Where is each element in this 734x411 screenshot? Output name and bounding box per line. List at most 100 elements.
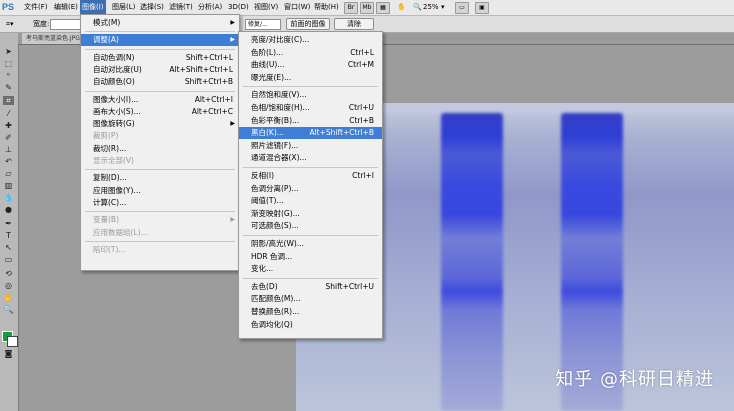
image-menu-item-应用图像-y[interactable]: 应用图像(Y)...: [81, 185, 239, 197]
adjust-menu-item-色阶-l[interactable]: 色阶(L)... Ctrl+L: [239, 47, 382, 59]
clone-stamp-tool-icon[interactable]: ⊥: [3, 145, 14, 154]
gradient-tool-icon[interactable]: ▥: [3, 181, 14, 190]
crop-tool-icon[interactable]: ⌗: [3, 96, 14, 105]
image-menu-item-label: 裁剪(P): [93, 131, 119, 141]
quick-mask-icon[interactable]: ◙: [3, 349, 14, 358]
menu-window[interactable]: 窗口(W): [282, 0, 312, 15]
adjust-menu-item-label: 黑白(K)...: [251, 128, 284, 138]
menu-file[interactable]: 文件(F): [22, 0, 50, 15]
watermark: 知乎 @科研日精进: [555, 369, 714, 390]
adjust-menu-item-曝光度-e[interactable]: 曝光度(E)...: [239, 72, 382, 84]
image-menu-item-label: 自动对比度(U): [93, 64, 142, 74]
history-brush-tool-icon[interactable]: ↶: [3, 157, 14, 166]
chevron-down-icon[interactable]: ▾: [441, 2, 445, 13]
hand-tool-icon[interactable]: ✋: [397, 2, 406, 13]
menu-help[interactable]: 帮助(H): [312, 0, 341, 15]
shape-tool-icon[interactable]: ▭: [3, 255, 14, 264]
adjust-menu-item-替换颜色-r[interactable]: 替换颜色(R)...: [239, 306, 382, 318]
adjust-menu-item-通道混合器-x[interactable]: 通道混合器(X)...: [239, 152, 382, 164]
eyedropper-tool-icon[interactable]: ⁄: [3, 109, 14, 118]
adjust-menu-item-渐变映射-g[interactable]: 渐变映射(G)...: [239, 208, 382, 220]
arrange-documents-icon[interactable]: ▭: [455, 2, 469, 14]
adjust-menu-item-色彩平衡-b[interactable]: 色彩平衡(B)... Ctrl+B: [239, 115, 382, 127]
zoom-tool-icon[interactable]: 🔍: [3, 305, 14, 314]
lasso-tool-icon[interactable]: ᵒ: [3, 71, 14, 80]
image-menu-item-自动色调-n[interactable]: 自动色调(N) Shift+Ctrl+L: [81, 52, 239, 64]
marquee-tool-icon[interactable]: ⬚: [3, 59, 14, 68]
adjust-menu-item-shortcut: Ctrl+M: [347, 60, 374, 70]
zoom-tool-icon[interactable]: 🔍: [413, 2, 422, 13]
brush-tool-icon[interactable]: ✐: [3, 133, 14, 142]
adjust-menu-item-label: 反相(I): [251, 171, 275, 180]
adjust-menu-item-照片滤镜-f[interactable]: 照片滤镜(F)...: [239, 140, 382, 152]
background-color-swatch[interactable]: [7, 336, 18, 347]
adjust-menu-item-黑白-k[interactable]: 黑白(K)... Alt+Shift+Ctrl+B: [239, 127, 382, 140]
bridge-icon[interactable]: Br: [344, 2, 358, 14]
menu-separator: [85, 211, 235, 213]
menu-view[interactable]: 视图(V): [252, 0, 280, 15]
menu-edit[interactable]: 编辑(E): [52, 0, 80, 15]
3d-orbit-tool-icon[interactable]: ◎: [3, 281, 14, 290]
path-selection-tool-icon[interactable]: ↖: [3, 243, 14, 252]
image-menu-item-图像大小-i[interactable]: 图像大小(I)... Alt+Ctrl+I: [81, 94, 239, 106]
healing-brush-tool-icon[interactable]: ✚: [3, 121, 14, 130]
image-menu-item-计算-c[interactable]: 计算(C)...: [81, 197, 239, 209]
adjust-menu-item-阴影-高光-w[interactable]: 阴影/高光(W)...: [239, 238, 382, 250]
width-field[interactable]: [50, 19, 82, 30]
image-menu-item-自动对比度-u[interactable]: 自动对比度(U) Alt+Shift+Ctrl+L: [81, 64, 239, 76]
menu-analysis[interactable]: 分析(A): [196, 0, 224, 15]
type-tool-icon[interactable]: T: [3, 231, 14, 240]
blur-tool-icon[interactable]: 💧: [3, 193, 14, 202]
adjust-menu-item-阈值-t[interactable]: 阈值(T)...: [239, 195, 382, 207]
move-tool-icon[interactable]: ➤: [3, 47, 14, 56]
adjust-menu-item-label: 色相/饱和度(H)...: [251, 103, 310, 112]
image-menu-item-自动颜色-o[interactable]: 自动颜色(O) Shift+Ctrl+B: [81, 76, 239, 88]
adjust-menu-item-亮度-对比度-c[interactable]: 亮度/对比度(C)...: [239, 34, 382, 46]
front-image-button[interactable]: 前面的图像: [286, 18, 330, 30]
zoom-level[interactable]: 25%: [423, 2, 439, 13]
grid-icon[interactable]: ▦: [376, 2, 390, 14]
eraser-tool-icon[interactable]: ▱: [3, 169, 14, 178]
hand-tool-icon[interactable]: ✋: [3, 293, 14, 302]
3d-rotate-tool-icon[interactable]: ⟲: [3, 269, 14, 278]
adjust-menu-item-变化[interactable]: 变化...: [239, 263, 382, 275]
adjust-menu-item-色调分离-p[interactable]: 色调分离(P)...: [239, 183, 382, 195]
tool-preset-icon[interactable]: ⌗▾: [6, 19, 13, 29]
menu-filter[interactable]: 滤镜(T): [167, 0, 195, 15]
menu-layer[interactable]: 图层(L): [110, 0, 137, 15]
adjust-menu-item-可选颜色-s[interactable]: 可选颜色(S)...: [239, 220, 382, 232]
image-menu-item-label: 画布大小(S)...: [93, 106, 141, 116]
menu-image[interactable]: 图像(I): [80, 0, 106, 15]
adjust-menu-item-匹配颜色-m[interactable]: 匹配颜色(M)...: [239, 293, 382, 305]
menu-separator: [85, 48, 235, 50]
adjust-menu-item-shortcut: Ctrl+B: [349, 115, 374, 125]
image-menu-item-label: 模式(M): [93, 18, 121, 27]
screen-mode-icon[interactable]: ▣: [475, 2, 489, 14]
adjust-menu-item-hdr色调[interactable]: HDR 色调...: [239, 251, 382, 263]
pen-tool-icon[interactable]: ✒: [3, 219, 14, 228]
mini-bridge-icon[interactable]: Mb: [360, 2, 374, 14]
clear-button[interactable]: 清除: [334, 18, 374, 30]
image-menu-item-复制-d[interactable]: 复制(D)...: [81, 172, 239, 184]
adjust-menu-item-label: 曲线(U)...: [251, 60, 285, 70]
document-tab[interactable]: 考马斯亮蓝染色.JPG: [22, 33, 82, 44]
adjust-menu-item-label: 变化...: [251, 264, 274, 274]
adjust-menu-item-去色-d[interactable]: 去色(D) Shift+Ctrl+U: [239, 281, 382, 293]
adjust-menu-item-色调均化-q[interactable]: 色调均化(Q): [239, 319, 382, 331]
adjust-menu-item-曲线-u[interactable]: 曲线(U)... Ctrl+M: [239, 59, 382, 71]
image-menu-item-图像旋转-g[interactable]: 图像旋转(G) ▶: [81, 118, 239, 130]
image-menu-item-模式-m[interactable]: 模式(M) ▶: [81, 17, 239, 29]
adjust-menu-item-反相-i[interactable]: 反相(I) Ctrl+I: [239, 170, 382, 182]
menu-separator: [243, 86, 378, 88]
menu-3d[interactable]: 3D(D): [226, 0, 251, 15]
image-menu-item-label: 计算(C)...: [93, 197, 127, 207]
quick-select-tool-icon[interactable]: ✎: [3, 83, 14, 92]
menu-select[interactable]: 选择(S): [138, 0, 166, 15]
adjust-menu-item-色相-饱和度-h[interactable]: 色相/饱和度(H)... Ctrl+U: [239, 102, 382, 114]
image-menu-item-画布大小-s[interactable]: 画布大小(S)... Alt+Ctrl+C: [81, 106, 239, 118]
style-select[interactable]: 修复/...: [245, 19, 281, 30]
dodge-tool-icon[interactable]: ●: [3, 205, 14, 214]
adjust-menu-item-自然饱和度-v[interactable]: 自然饱和度(V)...: [239, 89, 382, 101]
image-menu-item-调整-a[interactable]: 调整(A) ▶: [81, 34, 239, 47]
image-menu-item-裁切-r[interactable]: 裁切(R)...: [81, 143, 239, 155]
